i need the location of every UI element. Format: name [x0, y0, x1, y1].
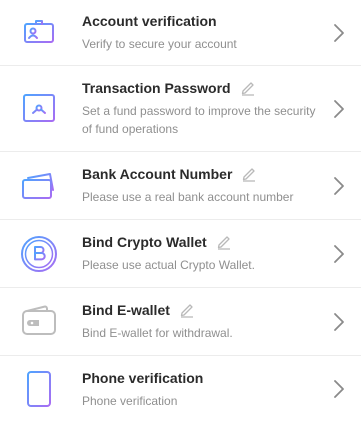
edit-pencil-icon[interactable] — [240, 80, 256, 96]
phone-verification-row[interactable]: Phone verification Phone verification — [0, 356, 361, 422]
phone-icon — [17, 367, 61, 411]
chevron-right-icon[interactable] — [325, 379, 353, 399]
bitcoin-icon — [17, 232, 61, 276]
crypto-wallet-row[interactable]: Bind Crypto Wallet Please use actual Cry… — [0, 220, 361, 288]
edit-pencil-icon[interactable] — [179, 302, 195, 318]
phone-verification-desc: Phone verification — [82, 393, 178, 408]
chevron-right-icon[interactable] — [325, 99, 353, 119]
transaction-password-title: Transaction Password — [82, 80, 231, 96]
chevron-right-icon[interactable] — [325, 176, 353, 196]
bank-account-desc: Please use a real bank account number — [82, 190, 294, 204]
e-wallet-desc: Bind E-wallet for withdrawal. — [82, 326, 233, 340]
transaction-password-row[interactable]: Transaction Password Set a fund password… — [0, 66, 361, 152]
e-wallet-text: Bind E-wallet Bind E-wallet for withdraw… — [82, 301, 325, 342]
crypto-wallet-text: Bind Crypto Wallet Please use actual Cry… — [82, 233, 325, 274]
chevron-right-icon[interactable] — [325, 312, 353, 332]
phone-verification-text: Phone verification Phone verification — [82, 369, 325, 410]
account-verification-text: Account verification Verify to secure yo… — [82, 12, 325, 53]
safe-icon — [17, 87, 61, 131]
e-wallet-row[interactable]: Bind E-wallet Bind E-wallet for withdraw… — [0, 288, 361, 356]
transaction-password-text: Transaction Password Set a fund password… — [82, 79, 325, 138]
edit-pencil-icon[interactable] — [216, 234, 232, 250]
account-verification-row[interactable]: Account verification Verify to secure yo… — [0, 0, 361, 66]
edit-pencil-icon[interactable] — [241, 166, 257, 182]
e-wallet-title: Bind E-wallet — [82, 302, 170, 318]
crypto-wallet-desc: Please use actual Crypto Wallet. — [82, 258, 255, 272]
id-card-icon — [17, 11, 61, 55]
wallet-icon — [17, 300, 61, 344]
bank-account-title: Bank Account Number — [82, 166, 233, 182]
chevron-right-icon[interactable] — [325, 23, 353, 43]
account-verification-title: Account verification — [82, 13, 217, 29]
account-verification-desc: Verify to secure your account — [82, 37, 237, 51]
bank-account-row[interactable]: Bank Account Number Please use a real ba… — [0, 152, 361, 220]
transaction-password-desc: Set a fund password to improve the secur… — [82, 104, 316, 136]
bank-card-icon — [17, 164, 61, 208]
bank-account-text: Bank Account Number Please use a real ba… — [82, 165, 325, 206]
chevron-right-icon[interactable] — [325, 244, 353, 264]
security-settings-list: Account verification Verify to secure yo… — [0, 0, 361, 422]
crypto-wallet-title: Bind Crypto Wallet — [82, 234, 207, 250]
phone-verification-title: Phone verification — [82, 369, 204, 386]
